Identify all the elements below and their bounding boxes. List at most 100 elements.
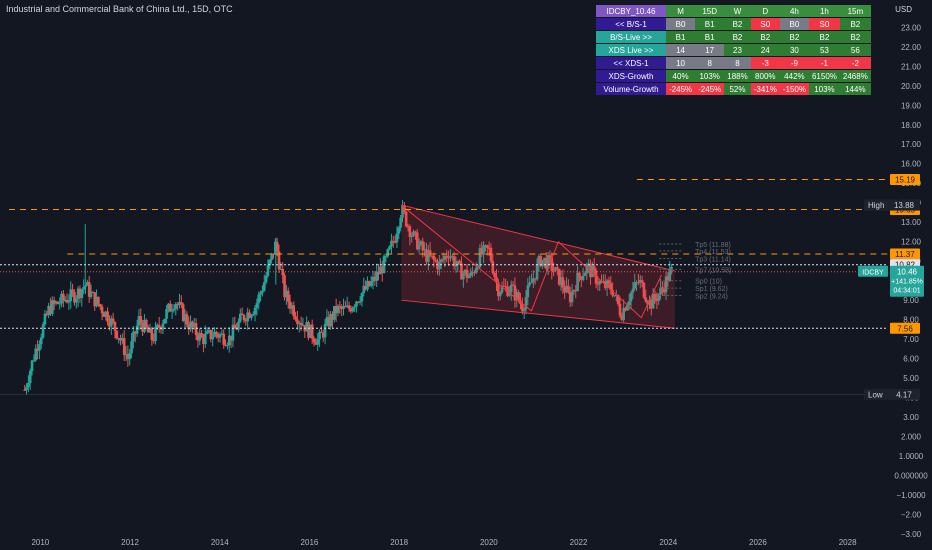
y-tick-label: 18.00 (901, 121, 922, 130)
table-timeframe-header: 1h (808, 5, 840, 18)
candle-body (154, 327, 157, 342)
candle-body (200, 332, 203, 338)
candle-body (292, 305, 296, 317)
x-tick-label: 2016 (301, 538, 319, 547)
candle-body (71, 289, 74, 293)
table-row-label: XDS-Growth (596, 69, 666, 83)
channel-fill (401, 205, 675, 329)
candle-body (122, 338, 126, 356)
candle-body (255, 303, 259, 308)
x-tick-label: 2014 (211, 538, 229, 547)
candle-body (128, 353, 132, 360)
candle-body (130, 341, 133, 354)
candle-body (30, 360, 34, 372)
y-tick-label: 0.000000 (894, 472, 928, 481)
table-row-label: XDS Live >> (596, 43, 666, 57)
candle-body (139, 316, 143, 324)
candle-body (253, 307, 257, 315)
candle-body (170, 310, 174, 312)
chart-title: Industrial and Commercial Bank of China … (6, 4, 233, 14)
candle-body (98, 304, 102, 307)
candle-body (27, 382, 30, 388)
candle-body (218, 334, 222, 338)
y-tick-label: 1.0000 (899, 452, 924, 461)
x-tick-label: 2020 (480, 538, 498, 547)
table-cell: 800% (750, 69, 780, 83)
table-cell: 14 (666, 43, 696, 57)
candle-body (262, 282, 266, 291)
candle-body (39, 337, 43, 345)
candle-body (23, 389, 26, 391)
y-tick-label: −1.0000 (896, 491, 926, 500)
candle-body (261, 290, 264, 293)
y-tick-label: 17.00 (901, 140, 922, 149)
candle-body (384, 256, 388, 258)
table-cell: B0 (779, 17, 809, 31)
y-tick-label: 2.000 (901, 433, 922, 442)
candle-body (312, 338, 316, 343)
table-cell: S0 (750, 17, 780, 31)
table-cell: 53 (808, 43, 840, 57)
table-cell: 442% (779, 69, 809, 83)
y-tick-label: 7.00 (903, 335, 919, 344)
table-cell: -9 (779, 56, 809, 70)
y-tick-label: 6.00 (903, 355, 919, 364)
candle-body (397, 227, 401, 234)
x-tick-label: 2010 (31, 538, 49, 547)
symbol-badge-label: IDCBY (862, 270, 884, 277)
table-cell: 2468% (839, 69, 871, 83)
price-change: +141.85% (891, 279, 923, 286)
candle-body (113, 321, 117, 331)
candle-body (257, 294, 261, 304)
table-timeframe-header: 15m (839, 5, 871, 18)
x-tick-label: 2026 (749, 538, 767, 547)
table-row-label: B/S-Live >> (596, 30, 666, 44)
table-cell: B2 (724, 17, 751, 31)
candle-body (259, 292, 262, 295)
candle-body (58, 303, 61, 305)
candle-body (82, 286, 85, 290)
table-cell: 23 (724, 43, 751, 57)
table-cell: B0 (666, 17, 696, 31)
y-tick-label: 23.00 (901, 23, 922, 32)
table-row: XDS Live >> 14 17 23 24 30 53 56 (596, 43, 871, 57)
table-timeframe-header: 15D (695, 5, 725, 18)
y-tick-label: −2.00 (901, 511, 922, 520)
table-cell: 188% (724, 69, 751, 83)
candle-body (165, 309, 168, 319)
table-row: << B/S-1 B0 B1 B2 S0 B0 S0 B2 (596, 17, 871, 31)
candle-body (338, 305, 342, 307)
candle-body (111, 318, 115, 322)
candle-body (323, 324, 327, 338)
candle-body (369, 281, 373, 286)
candle-body (145, 319, 148, 328)
table-row-label: << B/S-1 (596, 17, 666, 31)
candle-body (32, 360, 36, 362)
table-cell: 8 (695, 56, 725, 70)
candle-body (157, 324, 161, 328)
candle-body (294, 316, 297, 320)
candle-body (43, 313, 47, 325)
candle-body (41, 324, 45, 338)
candle-body (185, 314, 189, 325)
fib-label: Tp4 (11.53) (695, 249, 731, 256)
candle-body (25, 387, 28, 391)
candle-body (80, 289, 84, 298)
candle-body (318, 331, 321, 340)
currency-label: USD (895, 5, 912, 14)
candle-body (264, 275, 268, 283)
price-countdown: 04:34:01 (893, 288, 920, 295)
table-cell: B2 (839, 30, 871, 44)
fib-label: Tp7 (10.58) (695, 267, 731, 274)
candle-body (67, 301, 71, 303)
fib-label: Sp1 (9.62) (695, 286, 728, 293)
candle-body (226, 345, 229, 347)
low-label: Low (868, 390, 883, 399)
table-cell: B2 (839, 17, 871, 31)
table-cell: B2 (808, 30, 840, 44)
table-cell: B2 (724, 30, 751, 44)
table-timeframe-header: 4h (779, 5, 809, 18)
table-cell: 52% (724, 82, 751, 96)
table-timeframe-header: W (724, 5, 751, 18)
fib-label: Sp0 (10) (695, 279, 722, 286)
